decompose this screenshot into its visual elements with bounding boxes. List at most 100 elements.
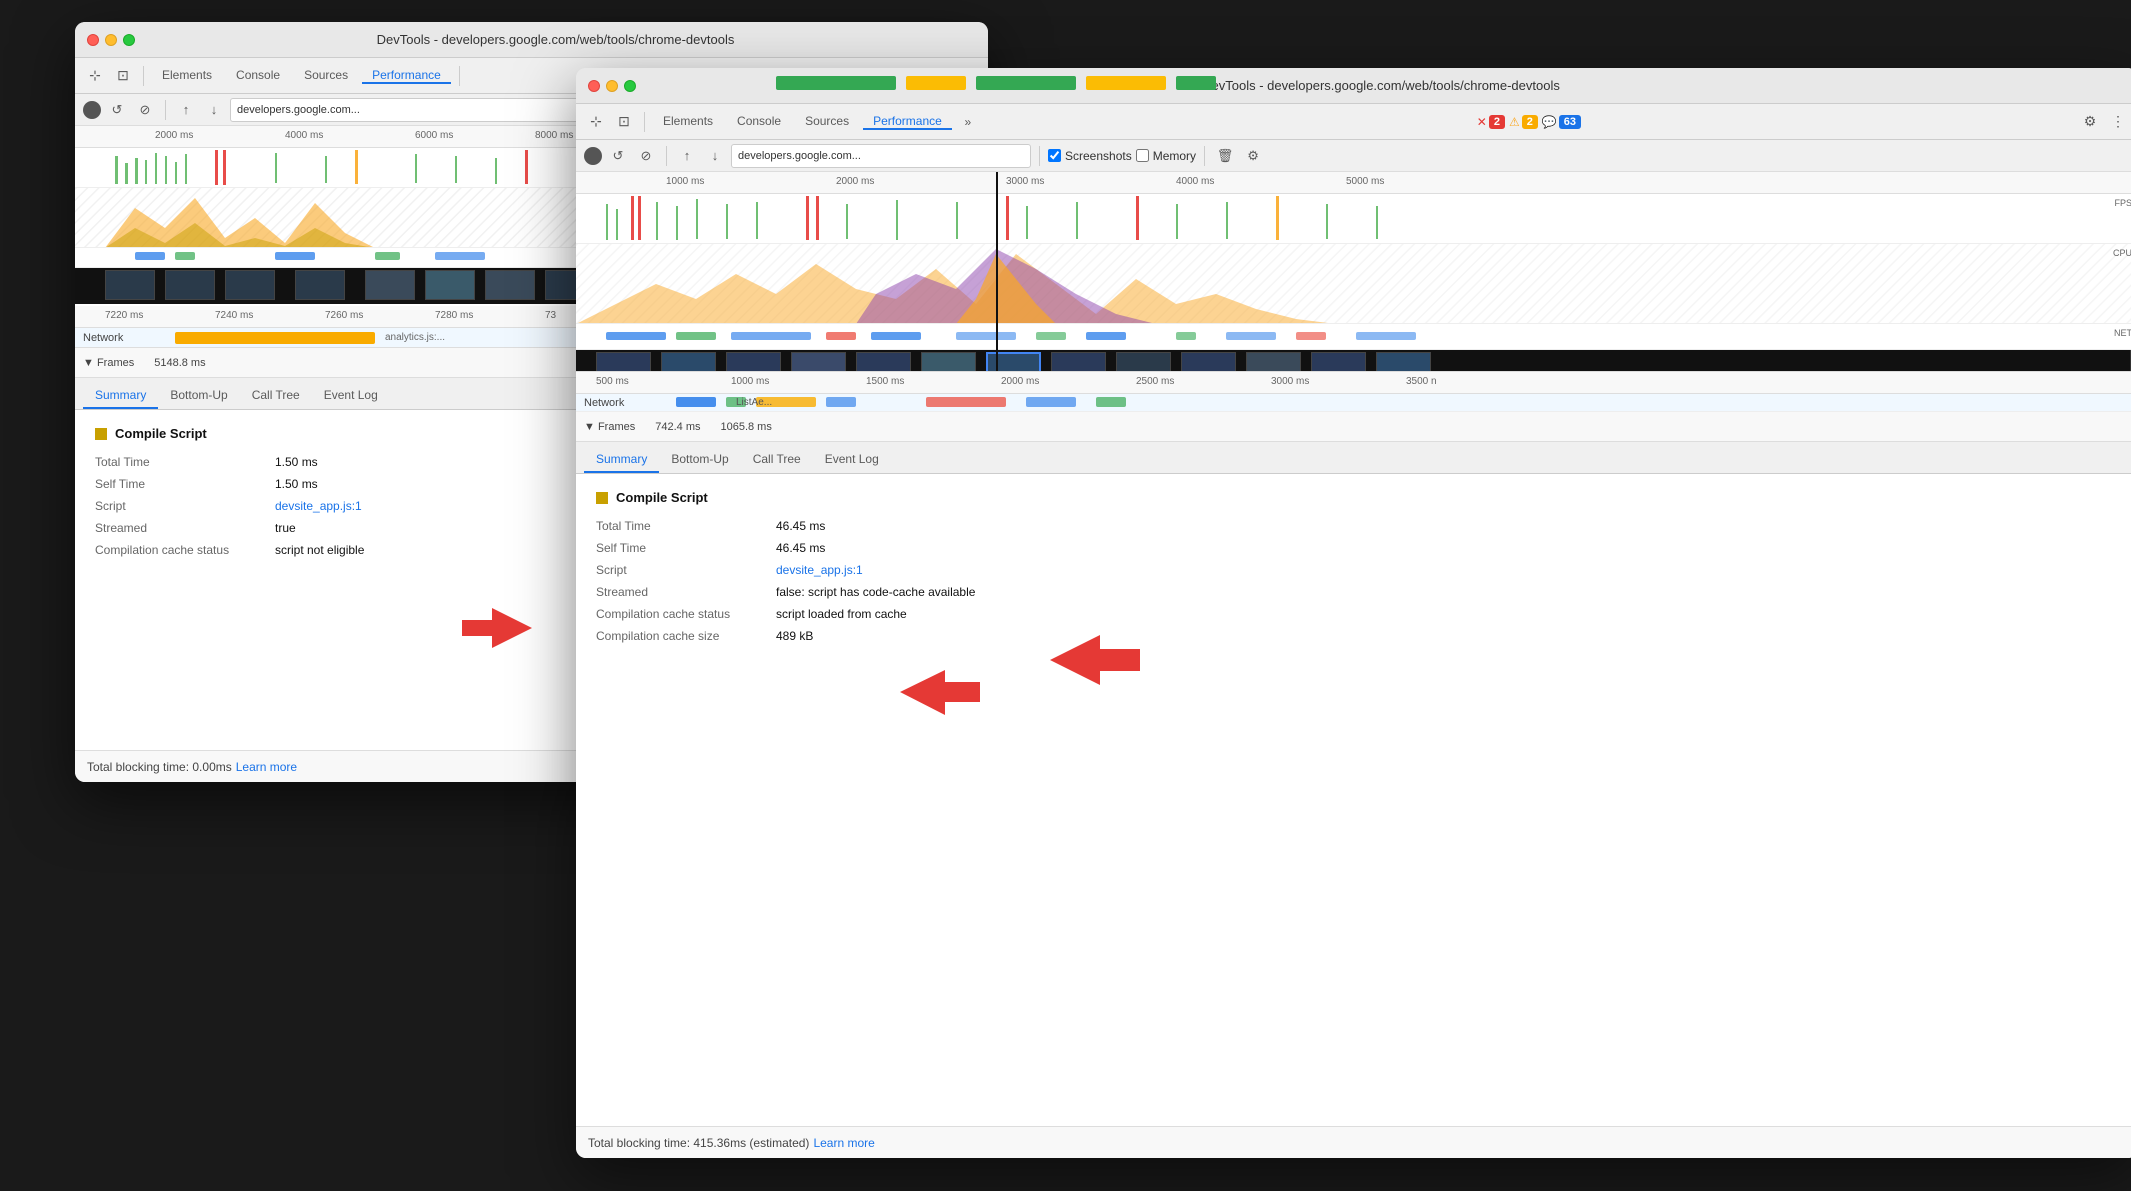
back-script-link[interactable]: devsite_app.js:1 — [275, 499, 362, 513]
front-stop-icon[interactable]: ⊘ — [634, 144, 658, 168]
back-tick-6000: 6000 ms — [415, 130, 453, 141]
front-top-timeline: 1000 ms 2000 ms 3000 ms 4000 ms 5000 ms … — [576, 172, 2131, 372]
front-frames-label: ▼ Frames — [584, 421, 635, 433]
minimize-button-front[interactable] — [606, 80, 618, 92]
back-upload-icon[interactable]: ↑ — [174, 98, 198, 122]
close-button-back[interactable] — [87, 34, 99, 46]
back-network-bar — [175, 332, 375, 344]
back-reload-icon[interactable]: ↺ — [105, 98, 129, 122]
front-ss-3 — [726, 352, 781, 372]
front-ruler2: 500 ms 1000 ms 1500 ms 2000 ms 2500 ms 3… — [576, 372, 2131, 394]
front-more-icon[interactable]: ⋮ — [2106, 110, 2130, 134]
front-ss-7 — [1051, 352, 1106, 372]
back-learn-more-link[interactable]: Learn more — [236, 760, 297, 774]
front-self-time-row: Self Time 46.45 ms — [596, 541, 2118, 555]
back-titlebar: DevTools - developers.google.com/web/too… — [75, 22, 988, 58]
front-screenshots-checkbox-label[interactable]: Screenshots — [1048, 149, 1132, 163]
front-panel-tabs: Summary Bottom-Up Call Tree Event Log — [576, 442, 2131, 474]
front-tab-event-log[interactable]: Event Log — [813, 447, 891, 473]
back-download-icon[interactable]: ↓ — [202, 98, 226, 122]
toolbar-sep-1 — [143, 66, 144, 86]
layers-icon[interactable]: ⊡ — [111, 64, 135, 88]
front-trash-icon[interactable]: 🗑 — [1213, 144, 1237, 168]
front-total-time-value: 46.45 ms — [776, 519, 825, 533]
back-compile-script-swatch — [95, 428, 107, 440]
fullscreen-button-front[interactable] — [624, 80, 636, 92]
back-tab-event-log[interactable]: Event Log — [312, 383, 390, 409]
front-tab-performance[interactable]: Performance — [863, 114, 952, 130]
front-toolbar-sep-mem — [1204, 146, 1205, 166]
close-button-front[interactable] — [588, 80, 600, 92]
back-screenshot-5 — [365, 270, 415, 300]
front-screenshots-label: Screenshots — [1065, 149, 1132, 163]
front-memory-checkbox-label[interactable]: Memory — [1136, 149, 1196, 163]
front-upload-icon[interactable]: ↑ — [675, 144, 699, 168]
front-streamed-label: Streamed — [596, 585, 776, 599]
front-ss-10 — [1246, 352, 1301, 372]
front-ss-1 — [596, 352, 651, 372]
front-tab-bottom-up[interactable]: Bottom-Up — [659, 447, 740, 473]
front-settings-icon[interactable]: ⚙ — [2078, 110, 2102, 134]
front-frame-bar-2 — [906, 76, 966, 90]
front-download-icon[interactable]: ↓ — [703, 144, 727, 168]
front-tab-call-tree[interactable]: Call Tree — [741, 447, 813, 473]
front-toolbar-sep-rec — [666, 146, 667, 166]
back-tab-sources[interactable]: Sources — [294, 68, 358, 84]
back-arrow-svg — [462, 608, 532, 648]
back-record-button[interactable] — [83, 101, 101, 119]
front-bottom-bar: Total blocking time: 415.36ms (estimated… — [576, 1126, 2131, 1158]
front-tab-console[interactable]: Console — [727, 114, 791, 130]
front-warning-badge: 2 — [1522, 115, 1538, 129]
fullscreen-button-back[interactable] — [123, 34, 135, 46]
back-tick2-73: 73 — [545, 310, 556, 321]
front-reload-icon[interactable]: ↺ — [606, 144, 630, 168]
back-tick-2000: 2000 ms — [155, 130, 193, 141]
front-tab-sources[interactable]: Sources — [795, 114, 859, 130]
front-script-link[interactable]: devsite_app.js:1 — [776, 563, 863, 577]
front-ss-6 — [921, 352, 976, 372]
front-cache-size-label: Compilation cache size — [596, 629, 776, 643]
front-ss-2 — [661, 352, 716, 372]
back-window-title: DevTools - developers.google.com/web/too… — [135, 32, 976, 47]
back-tick2-7280: 7280 ms — [435, 310, 473, 321]
cursor-icon[interactable]: ⊹ — [83, 64, 107, 88]
front-cache-status-row: Compilation cache status script loaded f… — [596, 607, 2118, 621]
back-tab-call-tree[interactable]: Call Tree — [240, 383, 312, 409]
front-script-label: Script — [596, 563, 776, 577]
front-self-time-label: Self Time — [596, 541, 776, 555]
back-streamed-label: Streamed — [95, 521, 275, 535]
front-learn-more-link[interactable]: Learn more — [813, 1136, 874, 1150]
front-warning-badge-group: ⚠ 2 — [1509, 115, 1538, 129]
front-tab-summary[interactable]: Summary — [584, 447, 659, 473]
back-tab-console[interactable]: Console — [226, 68, 290, 84]
front-tick2-3000: 3000 ms — [1271, 376, 1309, 387]
front-frames-value1: 742.4 ms — [655, 421, 700, 433]
front-more-tabs-icon[interactable]: » — [956, 110, 980, 134]
back-frames-value: 5148.8 ms — [154, 357, 205, 369]
front-ss-4 — [791, 352, 846, 372]
front-tick-2000: 2000 ms — [836, 176, 874, 187]
front-frame-bar-1 — [776, 76, 896, 90]
back-tab-elements[interactable]: Elements — [152, 68, 222, 84]
front-toolbar-sep-url — [1039, 146, 1040, 166]
front-network-label: Network — [584, 397, 624, 409]
front-frame-bar-3 — [976, 76, 1076, 90]
front-message-icon: 💬 — [1542, 115, 1557, 129]
front-memory-checkbox[interactable] — [1136, 149, 1149, 162]
front-url-bar[interactable] — [731, 144, 1031, 168]
back-streamed-value: true — [275, 521, 296, 535]
front-badges: ✕ 2 ⚠ 2 💬 63 — [1477, 115, 1581, 129]
toolbar-sep-2 — [459, 66, 460, 86]
front-screenshots-checkbox[interactable] — [1048, 149, 1061, 162]
front-layers-icon[interactable]: ⊡ — [612, 110, 636, 134]
back-tab-summary[interactable]: Summary — [83, 383, 158, 409]
front-gear-icon[interactable]: ⚙ — [1241, 144, 1265, 168]
back-tab-bottom-up[interactable]: Bottom-Up — [158, 383, 239, 409]
minimize-button-back[interactable] — [105, 34, 117, 46]
front-arrow-2-svg — [900, 670, 980, 715]
front-cursor-icon[interactable]: ⊹ — [584, 110, 608, 134]
back-stop-icon[interactable]: ⊘ — [133, 98, 157, 122]
front-record-button[interactable] — [584, 147, 602, 165]
front-tab-elements[interactable]: Elements — [653, 114, 723, 130]
back-tab-performance[interactable]: Performance — [362, 68, 451, 84]
